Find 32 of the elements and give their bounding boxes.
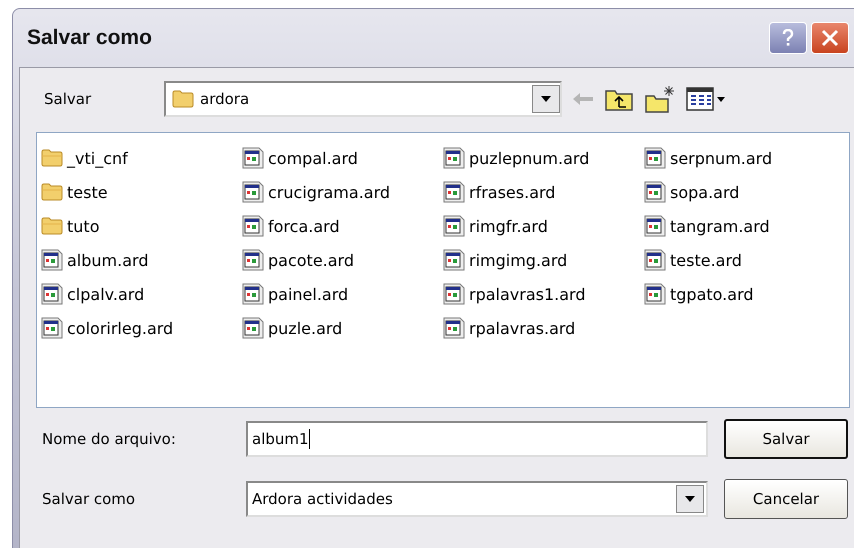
file-item[interactable]: rpalavras1.ard: [443, 277, 644, 311]
file-item[interactable]: _vti_cnf: [41, 141, 242, 175]
filename-field[interactable]: album1: [246, 421, 708, 457]
save-button[interactable]: Salvar: [724, 419, 848, 459]
location-dropdown[interactable]: ardora: [164, 81, 562, 117]
file-item[interactable]: rfrases.ard: [443, 175, 644, 209]
file-item[interactable]: pacote.ard: [242, 243, 443, 277]
window-title: Salvar como: [27, 26, 153, 50]
location-label: Salvar: [43, 90, 92, 108]
file-item[interactable]: tuto: [41, 209, 242, 243]
file-item[interactable]: rimgfr.ard: [443, 209, 644, 243]
file-item[interactable]: clpalv.ard: [41, 277, 242, 311]
file-item[interactable]: crucigrama.ard: [242, 175, 443, 209]
file-item[interactable]: forca.ard: [242, 209, 443, 243]
file-item[interactable]: tgpato.ard: [644, 277, 845, 311]
file-item[interactable]: painel.ard: [242, 277, 443, 311]
file-item[interactable]: rimgimg.ard: [443, 243, 644, 277]
file-type-dropdown[interactable]: Ardora actividades: [246, 481, 708, 517]
file-item[interactable]: teste: [41, 175, 242, 209]
file-item[interactable]: serpnum.ard: [644, 141, 845, 175]
file-item[interactable]: teste.ard: [644, 243, 845, 277]
file-item[interactable]: sopa.ard: [644, 175, 845, 209]
file-item[interactable]: tangram.ard: [644, 209, 845, 243]
file-item[interactable]: colorirleg.ard: [41, 311, 242, 345]
file-item[interactable]: puzle.ard: [242, 311, 443, 345]
file-item[interactable]: compal.ard: [242, 141, 443, 175]
cancel-button[interactable]: Cancelar: [724, 479, 848, 519]
file-type-label: Salvar como: [41, 490, 136, 508]
file-item[interactable]: puzlepnum.ard: [443, 141, 644, 175]
file-item[interactable]: rpalavras.ard: [443, 311, 644, 345]
file-item[interactable]: album.ard: [41, 243, 242, 277]
filename-label: Nome do arquivo:: [41, 430, 177, 448]
